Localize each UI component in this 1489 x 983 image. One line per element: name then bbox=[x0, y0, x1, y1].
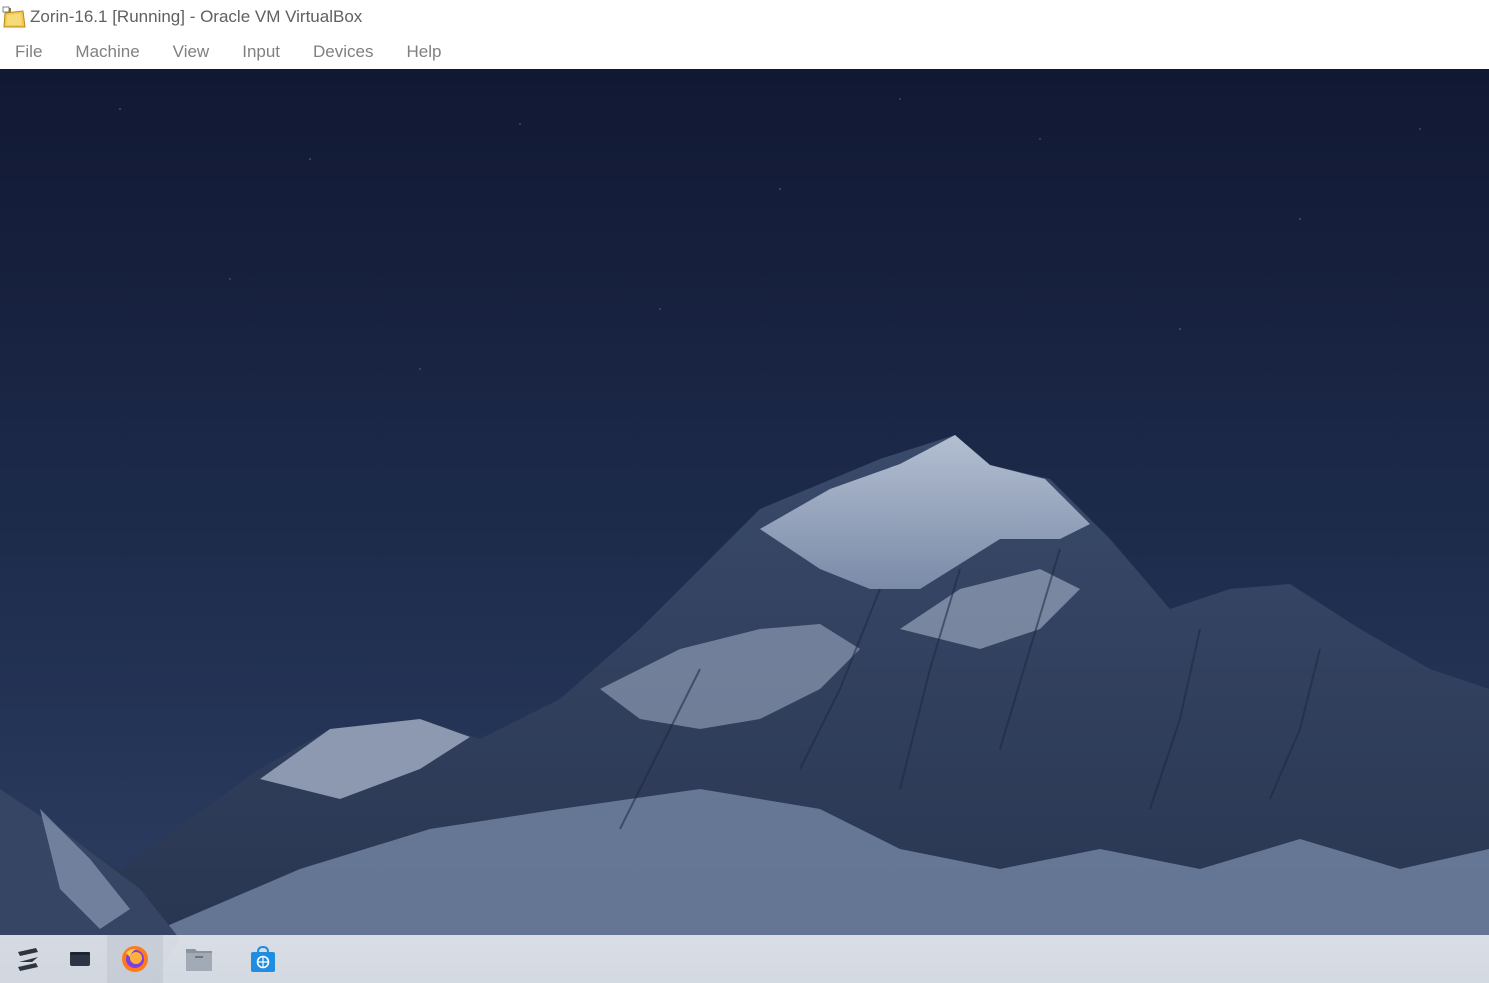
zorin-menu-icon bbox=[18, 948, 38, 971]
workspace-overview-icon bbox=[70, 952, 90, 966]
window-title: Zorin-16.1 [Running] - Oracle VM Virtual… bbox=[30, 7, 363, 26]
menu-help[interactable]: Help bbox=[407, 42, 442, 62]
workspace-overview-button[interactable] bbox=[52, 935, 108, 983]
vm-display[interactable] bbox=[0, 69, 1489, 983]
files-button[interactable] bbox=[171, 935, 227, 983]
desktop-wallpaper bbox=[0, 69, 1489, 983]
virtualbox-folder-icon bbox=[2, 6, 26, 28]
software-store-button[interactable] bbox=[235, 935, 291, 983]
firefox-button[interactable] bbox=[107, 935, 163, 983]
software-store-icon bbox=[251, 945, 275, 972]
zorin-menu-button[interactable] bbox=[0, 935, 56, 983]
files-folder-icon bbox=[186, 949, 212, 971]
firefox-icon bbox=[122, 946, 148, 972]
window-titlebar[interactable]: Zorin-16.1 [Running] - Oracle VM Virtual… bbox=[0, 0, 1489, 34]
menu-bar: File Machine View Input Devices Help bbox=[0, 34, 1489, 69]
taskbar bbox=[0, 935, 1489, 983]
menu-file[interactable]: File bbox=[15, 42, 42, 62]
menu-input[interactable]: Input bbox=[242, 42, 280, 62]
menu-machine[interactable]: Machine bbox=[75, 42, 139, 62]
menu-view[interactable]: View bbox=[173, 42, 210, 62]
menu-devices[interactable]: Devices bbox=[313, 42, 373, 62]
